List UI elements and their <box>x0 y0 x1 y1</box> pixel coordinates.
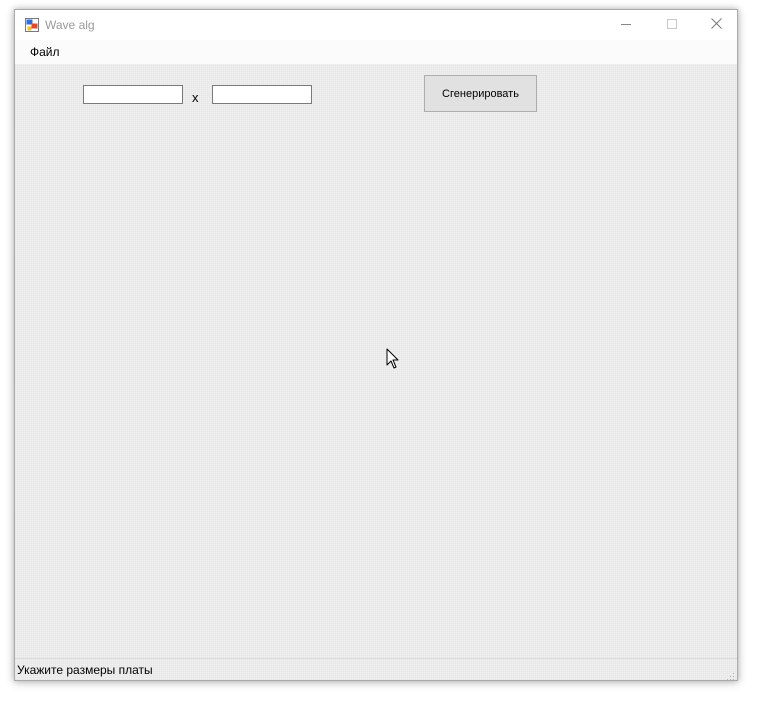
close-button[interactable] <box>693 10 739 40</box>
app-icon <box>25 18 39 32</box>
generate-button[interactable]: Сгенерировать <box>424 75 537 112</box>
dimension-separator-label: x <box>192 90 199 105</box>
menu-bar: Файл <box>15 40 737 64</box>
window-title: Wave alg <box>45 18 95 32</box>
main-window: Wave alg Файл x Сгенерировать Укажите ра… <box>14 9 738 681</box>
status-label: Укажите размеры платы <box>17 663 153 677</box>
close-icon <box>710 16 722 34</box>
board-height-input[interactable] <box>212 85 312 104</box>
minimize-icon <box>621 16 631 34</box>
menu-item-file[interactable]: Файл <box>23 44 67 61</box>
maximize-button[interactable] <box>649 10 695 40</box>
board-width-input[interactable] <box>83 85 183 104</box>
mouse-cursor-icon <box>386 348 400 370</box>
status-bar: Укажите размеры платы <box>15 658 737 680</box>
resize-grip-icon[interactable] <box>725 668 735 680</box>
maximize-icon <box>667 16 677 34</box>
title-bar[interactable]: Wave alg <box>15 10 737 40</box>
minimize-button[interactable] <box>603 10 649 40</box>
